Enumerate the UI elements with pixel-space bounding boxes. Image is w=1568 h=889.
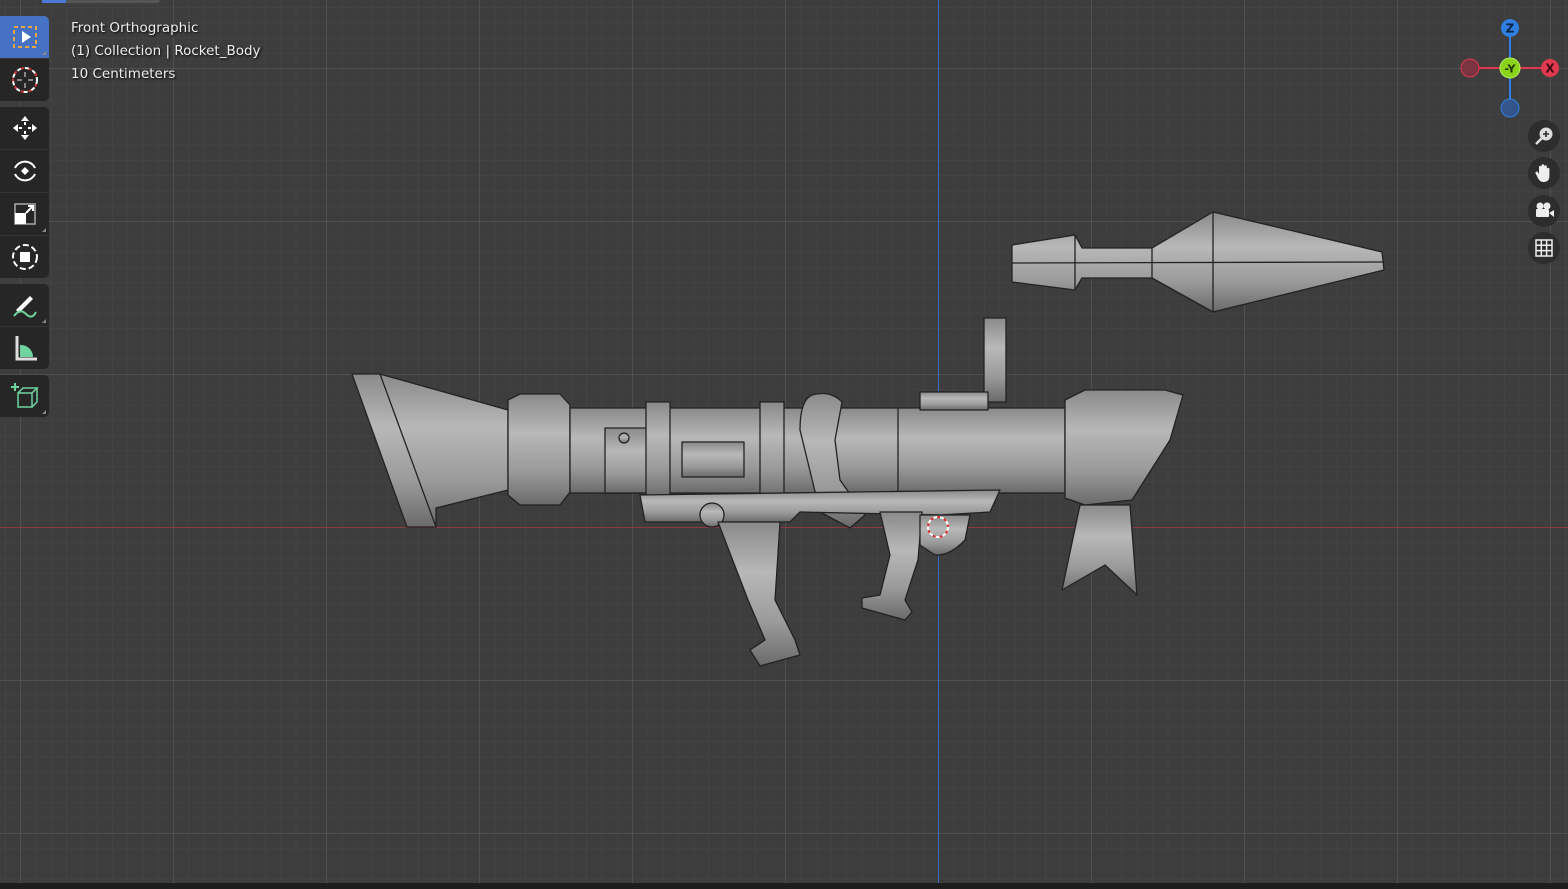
viewport-info: Front Orthographic (1) Collection | Rock… — [71, 17, 261, 86]
band — [759, 401, 785, 499]
stock — [351, 373, 509, 528]
select-box-tool[interactable] — [0, 16, 49, 59]
band — [645, 401, 671, 499]
select-box-icon — [12, 26, 37, 48]
zoom-button[interactable] — [1528, 120, 1560, 152]
annotate-icon — [12, 296, 37, 318]
rocket-projectile[interactable] — [1011, 211, 1385, 313]
cursor-icon — [11, 67, 38, 93]
rotate-tool[interactable] — [0, 150, 49, 193]
annotate-tool[interactable] — [0, 284, 49, 327]
scale-tool[interactable] — [0, 193, 49, 236]
front-shroud — [1064, 389, 1184, 506]
front-stand — [1061, 504, 1138, 596]
gizmo-y-label: -Y — [1505, 63, 1517, 76]
gizmo-neg-z[interactable] — [1500, 98, 1520, 118]
collection-info: (1) Collection | Rocket_Body — [71, 43, 261, 59]
pan-button[interactable] — [1528, 157, 1560, 189]
rocket-launcher-model[interactable] — [0, 0, 1568, 889]
status-bar — [0, 883, 1568, 889]
navigation-gizmo[interactable]: Z X -Y — [1455, 14, 1565, 124]
grid-icon — [1535, 239, 1553, 257]
move-icon — [12, 116, 37, 140]
transform-icon — [11, 244, 38, 270]
scale-icon — [13, 203, 36, 225]
transform-tool[interactable] — [0, 236, 49, 278]
gizmo-z-label: Z — [1506, 22, 1515, 36]
add-cube-tool[interactable] — [0, 375, 49, 417]
cursor-tool[interactable] — [0, 59, 49, 101]
rear-ring — [507, 393, 571, 506]
ortho-toggle-button[interactable] — [1528, 232, 1560, 264]
rotate-icon — [13, 160, 36, 182]
gizmo-x-label: X — [1545, 62, 1555, 76]
measure-tool[interactable] — [0, 327, 49, 369]
hand-icon — [1535, 164, 1550, 182]
zoom-icon — [1535, 127, 1553, 145]
add-cube-icon — [10, 383, 39, 408]
measure-icon — [15, 336, 37, 361]
front-grip — [717, 521, 801, 667]
tool-shelf — [0, 16, 49, 423]
trigger-grip — [861, 511, 923, 621]
move-tool[interactable] — [0, 107, 49, 150]
camera-view-button[interactable] — [1528, 195, 1560, 227]
grid-scale: 10 Centimeters — [71, 66, 176, 82]
gizmo-neg-x[interactable] — [1460, 58, 1480, 78]
sight — [983, 317, 1007, 403]
camera-icon — [1536, 202, 1554, 217]
view-name: Front Orthographic — [71, 20, 199, 36]
